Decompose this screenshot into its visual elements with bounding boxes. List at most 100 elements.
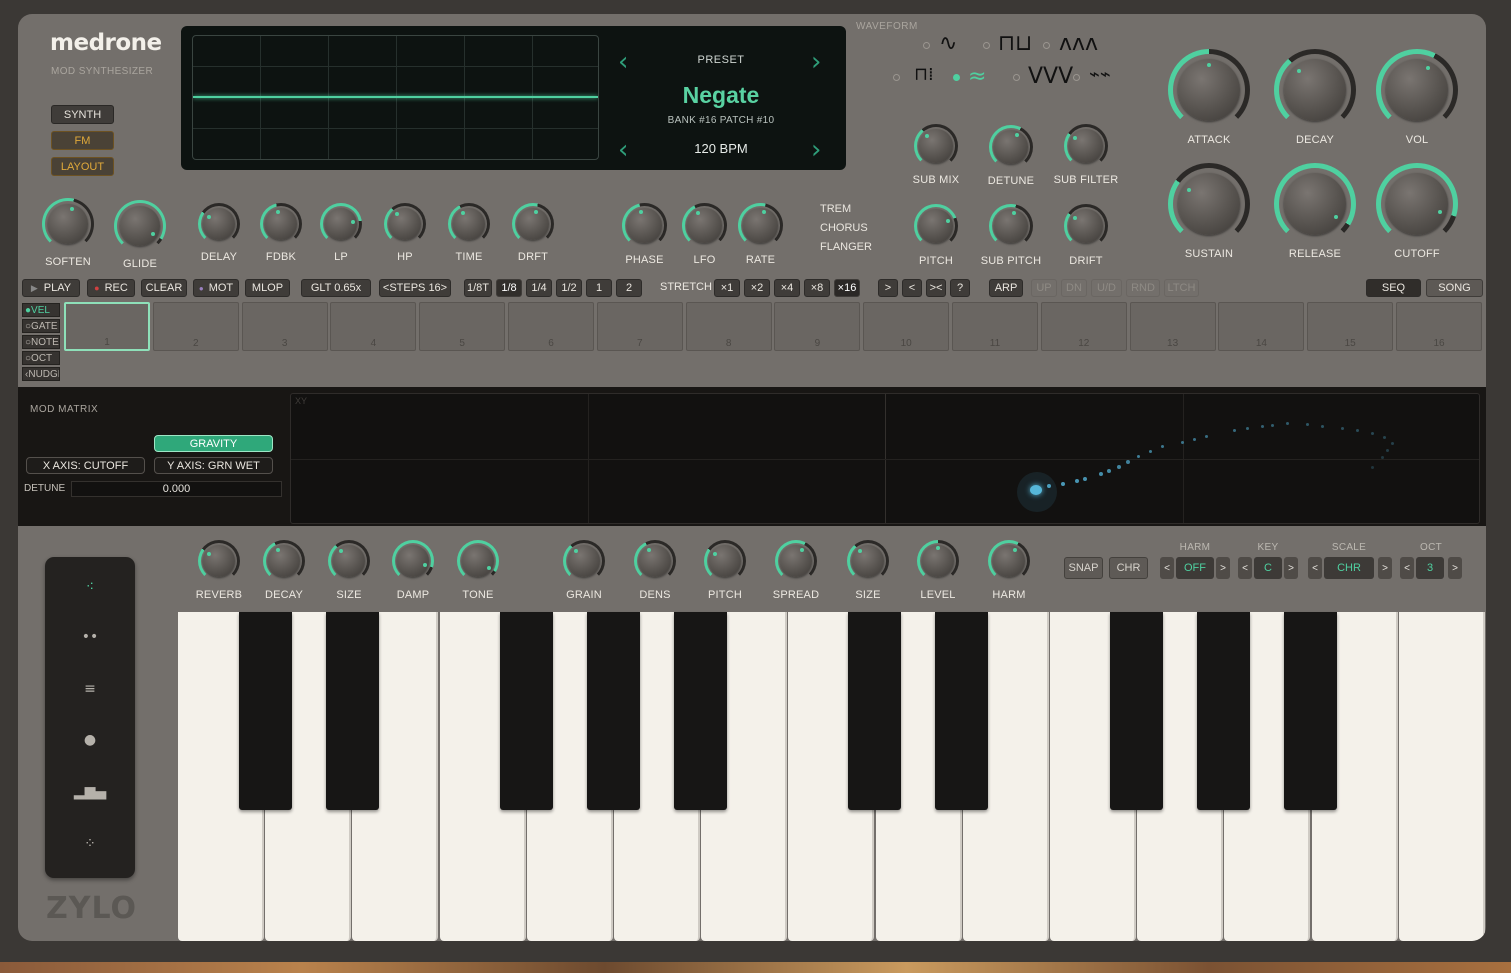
oct-next-button[interactable]: > [1448, 557, 1462, 579]
top-knob-7[interactable] [512, 203, 554, 245]
top-knob-6[interactable] [448, 203, 490, 245]
mode-synth-button[interactable]: SYNTH [51, 105, 114, 124]
grain-knob-5[interactable] [917, 540, 959, 582]
fx-trem-label[interactable]: TREM [820, 203, 851, 215]
env-knob-4[interactable] [1274, 163, 1356, 245]
top-knob-8[interactable] [622, 203, 667, 248]
dir-pingpong-button[interactable]: >< [926, 279, 946, 297]
glide-time-button[interactable]: GLT 0.65x [301, 279, 371, 297]
step-cell-11[interactable]: 11 [952, 302, 1038, 351]
multi-saw-wave-icon[interactable]: VVV [1028, 66, 1073, 88]
clear-button[interactable]: CLEAR [141, 279, 187, 297]
xy-cursor-handle[interactable] [1030, 485, 1042, 495]
triangle-dots-icon[interactable]: ⁖ [45, 579, 135, 595]
key-next-button[interactable]: > [1284, 557, 1298, 579]
div-2-button[interactable]: 2 [616, 279, 642, 297]
step-cell-14[interactable]: 14 [1218, 302, 1305, 351]
random-wave-icon[interactable]: ⌁⌁ [1089, 66, 1111, 84]
arp-random-button[interactable]: RND [1126, 279, 1160, 297]
dir-reverse-button[interactable]: < [902, 279, 922, 297]
step-cell-7[interactable]: 7 [596, 302, 683, 351]
grain-knob-0[interactable] [563, 540, 605, 582]
stretch-x1-button[interactable]: ×1 [714, 279, 740, 297]
top-knob-2[interactable] [198, 203, 240, 245]
grain-knob-6[interactable] [988, 540, 1030, 582]
step-cell-1[interactable]: 1 [64, 302, 150, 351]
gravity-button[interactable]: GRAVITY [154, 435, 273, 452]
step-cell-10[interactable]: 10 [863, 302, 950, 351]
bpm-increase-icon[interactable]: › [811, 137, 821, 163]
grain-knob-1[interactable] [634, 540, 676, 582]
dir-forward-button[interactable]: > [878, 279, 898, 297]
arp-latch-button[interactable]: LTCH [1164, 279, 1199, 297]
chr-button[interactable]: CHR [1109, 557, 1148, 579]
step-cell-4[interactable]: 4 [330, 302, 417, 351]
mid-knob-3[interactable] [914, 204, 958, 248]
bars-icon[interactable]: ▂▆▄ [45, 784, 135, 800]
black-key[interactable] [848, 612, 901, 810]
step-cell-5[interactable]: 5 [419, 302, 506, 351]
rec-button[interactable]: ● REC [87, 279, 135, 297]
grain-knob-2[interactable] [704, 540, 746, 582]
top-knob-9[interactable] [682, 203, 727, 248]
menu-lines-icon[interactable]: ≡ [45, 681, 135, 697]
step-cell-13[interactable]: 13 [1129, 302, 1216, 351]
step-cell-12[interactable]: 12 [1040, 302, 1127, 351]
top-knob-3[interactable] [260, 203, 302, 245]
arp-button[interactable]: ARP [989, 279, 1023, 297]
step-cell-2[interactable]: 2 [152, 302, 239, 351]
waveform-square-radio[interactable] [983, 42, 990, 49]
top-knob-10[interactable] [738, 203, 783, 248]
stretch-x4-button[interactable]: ×4 [774, 279, 800, 297]
black-key[interactable] [1110, 612, 1163, 810]
scale-next-button[interactable]: > [1378, 557, 1392, 579]
waveform-pulse-radio[interactable] [893, 74, 900, 81]
snap-button[interactable]: SNAP [1064, 557, 1103, 579]
arp-down-button[interactable]: DN [1061, 279, 1087, 297]
stretch-x2-button[interactable]: ×2 [744, 279, 770, 297]
lane-note-button[interactable]: ○ NOTE [22, 335, 60, 349]
saw-wave-icon[interactable]: ʌʌʌ [1059, 33, 1098, 55]
fx-knob-3[interactable] [392, 540, 434, 582]
top-knob-4[interactable] [320, 203, 362, 245]
waveform-saw-radio[interactable] [1043, 42, 1050, 49]
x-axis-select[interactable]: X AXIS: CUTOFF [26, 457, 145, 474]
scatter-dots-icon[interactable]: ⁘ [45, 836, 135, 852]
step-cell-15[interactable]: 15 [1307, 302, 1394, 351]
y-axis-select[interactable]: Y AXIS: GRN WET [154, 457, 273, 474]
top-knob-1[interactable] [114, 200, 166, 252]
fx-knob-0[interactable] [198, 540, 240, 582]
mid-knob-5[interactable] [1064, 204, 1108, 248]
waveform-multi-saw-radio[interactable] [1013, 74, 1020, 81]
waveform-sine-radio[interactable] [923, 42, 930, 49]
grain-knob-4[interactable] [847, 540, 889, 582]
oct-prev-button[interactable]: < [1400, 557, 1414, 579]
step-cell-16[interactable]: 16 [1396, 302, 1482, 351]
env-knob-5[interactable] [1376, 163, 1458, 245]
black-key[interactable] [239, 612, 292, 810]
fx-knob-2[interactable] [328, 540, 370, 582]
mid-knob-4[interactable] [989, 204, 1033, 248]
env-knob-1[interactable] [1274, 49, 1356, 131]
lane-gate-button[interactable]: ○ GATE [22, 319, 60, 333]
env-knob-0[interactable] [1168, 49, 1250, 131]
arp-up-button[interactable]: UP [1031, 279, 1057, 297]
preset-prev-icon[interactable]: ‹ [618, 49, 628, 75]
env-knob-2[interactable] [1376, 49, 1458, 131]
key-prev-button[interactable]: < [1238, 557, 1252, 579]
mid-knob-2[interactable] [1064, 124, 1108, 168]
sine-wave-icon[interactable]: ∿ [939, 33, 957, 55]
stretch-x8-button[interactable]: ×8 [804, 279, 830, 297]
black-key[interactable] [326, 612, 379, 810]
black-key[interactable] [674, 612, 727, 810]
xy-pad[interactable]: XY [290, 393, 1480, 524]
grain-knob-3[interactable] [775, 540, 817, 582]
arp-updown-button[interactable]: U/D [1091, 279, 1122, 297]
div-1-2-button[interactable]: 1/2 [556, 279, 582, 297]
mot-button[interactable]: ● MOT [193, 279, 239, 297]
lane-vel-button[interactable]: ● VEL [22, 303, 60, 317]
black-key[interactable] [587, 612, 640, 810]
song-button[interactable]: SONG [1426, 279, 1483, 297]
lane-nudge-button[interactable]: ‹NUDGE [22, 367, 60, 381]
black-key[interactable] [935, 612, 988, 810]
